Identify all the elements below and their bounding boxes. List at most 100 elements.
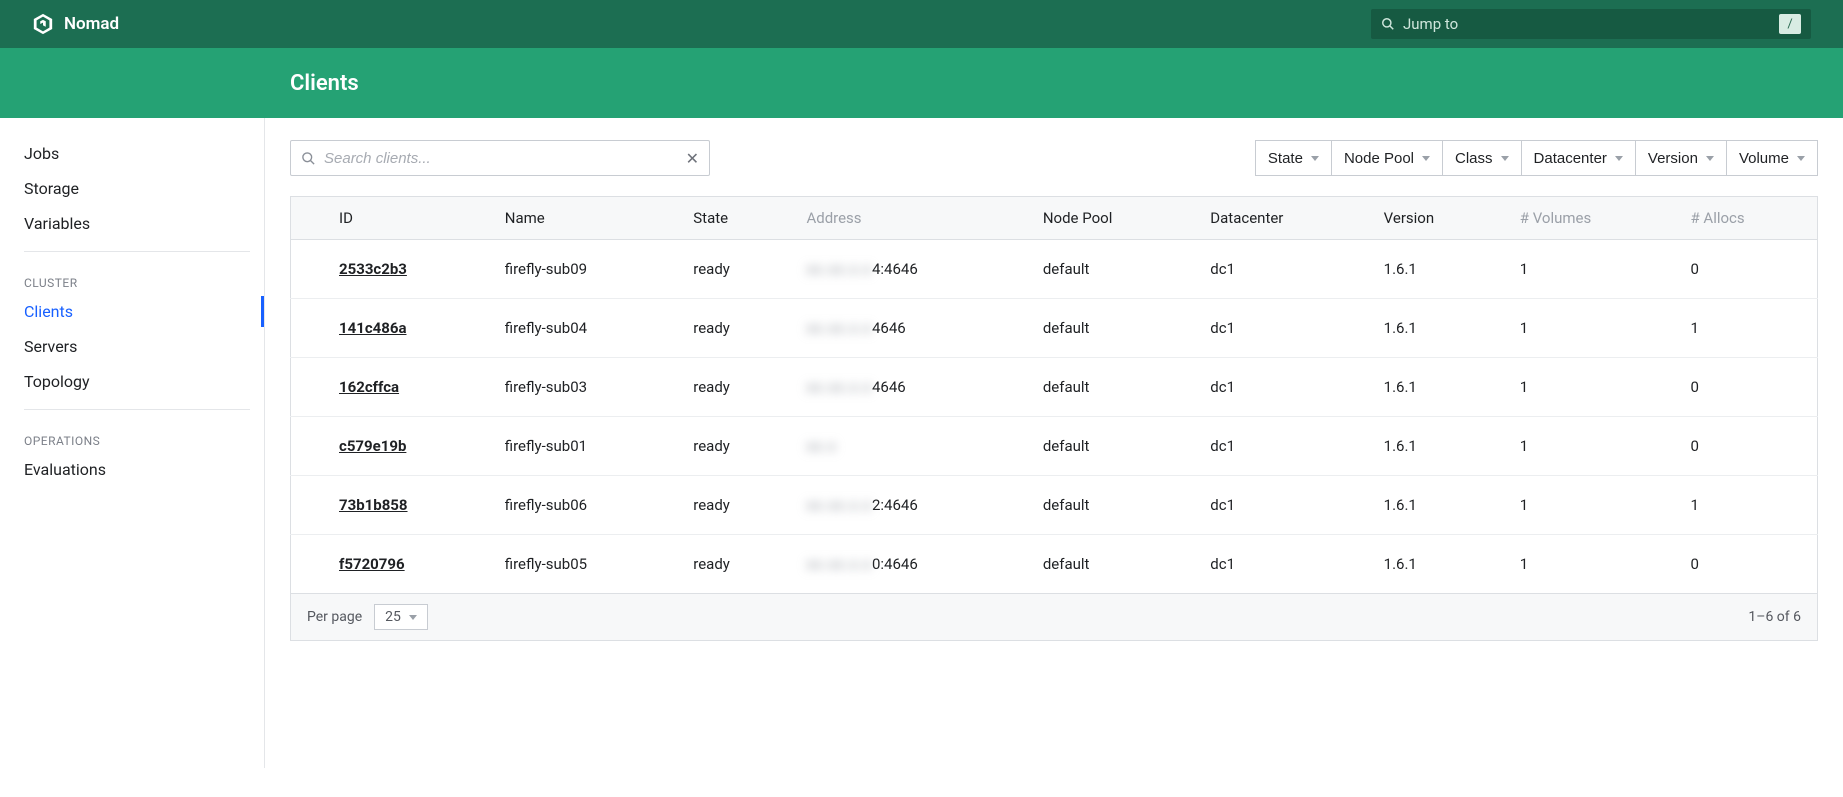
client-node-pool: default <box>1027 417 1194 476</box>
col-id[interactable]: ID <box>323 197 489 240</box>
table-row[interactable]: 162cffcafirefly-sub03readyxx.xx.x.x4646d… <box>291 358 1818 417</box>
client-volumes: 1 <box>1504 417 1675 476</box>
sidebar-item-topology[interactable]: Topology <box>10 364 264 399</box>
chevron-down-icon <box>1615 156 1623 161</box>
client-datacenter: dc1 <box>1194 358 1367 417</box>
filter-label: Node Pool <box>1344 150 1414 167</box>
client-state: ready <box>677 476 790 535</box>
filter-label: State <box>1268 150 1303 167</box>
filter-volume[interactable]: Volume <box>1726 140 1818 176</box>
client-name: firefly-sub05 <box>489 535 677 594</box>
client-node-pool: default <box>1027 240 1194 299</box>
brand[interactable]: Nomad <box>32 13 119 35</box>
chevron-down-icon <box>1706 156 1714 161</box>
client-address: xx.xx.x.x4:4646 <box>790 240 1026 299</box>
client-datacenter: dc1 <box>1194 476 1367 535</box>
client-allocs: 1 <box>1674 476 1817 535</box>
client-id-link[interactable]: 2533c2b3 <box>339 260 407 278</box>
sidebar-section-operations: OPERATIONS <box>10 420 264 452</box>
sidebar-divider <box>24 409 250 410</box>
filter-node-pool[interactable]: Node Pool <box>1331 140 1443 176</box>
client-allocs: 0 <box>1674 417 1817 476</box>
search-input[interactable] <box>324 150 686 167</box>
client-state: ready <box>677 417 790 476</box>
chevron-down-icon <box>1797 156 1805 161</box>
client-version: 1.6.1 <box>1368 476 1504 535</box>
client-id-link[interactable]: 73b1b858 <box>339 496 408 514</box>
col-allocs: # Allocs <box>1674 197 1817 240</box>
client-address: xx.xx.x.x4646 <box>790 358 1026 417</box>
client-volumes: 1 <box>1504 476 1675 535</box>
col-datacenter[interactable]: Datacenter <box>1194 197 1367 240</box>
client-address: xx.xx.x.x4646 <box>790 299 1026 358</box>
table-row[interactable]: 73b1b858firefly-sub06readyxx.xx.x.x2:464… <box>291 476 1818 535</box>
sidebar-item-servers[interactable]: Servers <box>10 329 264 364</box>
client-version: 1.6.1 <box>1368 358 1504 417</box>
col-volumes: # Volumes <box>1504 197 1675 240</box>
filter-state[interactable]: State <box>1255 140 1332 176</box>
col-node-pool[interactable]: Node Pool <box>1027 197 1194 240</box>
clear-search-icon[interactable]: ✕ <box>686 149 699 168</box>
client-volumes: 1 <box>1504 535 1675 594</box>
search-icon <box>1381 17 1395 31</box>
col-version[interactable]: Version <box>1368 197 1504 240</box>
client-id-link[interactable]: f5720796 <box>339 555 405 573</box>
pagination-range: 1–6 of 6 <box>1748 609 1801 625</box>
sidebar: Jobs Storage Variables CLUSTER Clients S… <box>0 118 265 768</box>
search-icon <box>301 151 316 166</box>
nomad-logo-icon <box>32 13 54 35</box>
client-datacenter: dc1 <box>1194 299 1367 358</box>
search-box[interactable]: ✕ <box>290 140 710 176</box>
client-allocs: 0 <box>1674 535 1817 594</box>
chevron-down-icon <box>409 615 417 620</box>
toolbar: ✕ State Node Pool Class Datacenter Versi… <box>290 140 1818 176</box>
client-address: xx.x <box>790 417 1026 476</box>
filter-label: Class <box>1455 150 1493 167</box>
filter-label: Volume <box>1739 150 1789 167</box>
sidebar-item-evaluations[interactable]: Evaluations <box>10 452 264 487</box>
sidebar-divider <box>24 251 250 252</box>
jumpto-search[interactable]: Jump to / <box>1371 9 1811 39</box>
per-page-value: 25 <box>385 609 401 625</box>
client-state: ready <box>677 535 790 594</box>
client-allocs: 0 <box>1674 240 1817 299</box>
client-node-pool: default <box>1027 358 1194 417</box>
client-id-link[interactable]: 162cffca <box>339 378 399 396</box>
client-state: ready <box>677 240 790 299</box>
filter-datacenter[interactable]: Datacenter <box>1521 140 1636 176</box>
jumpto-shortcut-key: / <box>1779 14 1801 34</box>
topbar: Nomad Jump to / <box>0 0 1843 48</box>
client-id-link[interactable]: c579e19b <box>339 437 406 455</box>
client-volumes: 1 <box>1504 299 1675 358</box>
client-datacenter: dc1 <box>1194 535 1367 594</box>
client-version: 1.6.1 <box>1368 299 1504 358</box>
table-row[interactable]: 2533c2b3firefly-sub09readyxx.xx.x.x4:464… <box>291 240 1818 299</box>
client-version: 1.6.1 <box>1368 535 1504 594</box>
page-title: Clients <box>290 71 359 96</box>
col-state[interactable]: State <box>677 197 790 240</box>
col-address: Address <box>790 197 1026 240</box>
per-page-select[interactable]: 25 <box>374 604 428 630</box>
filter-label: Datacenter <box>1534 150 1607 167</box>
chevron-down-icon <box>1422 156 1430 161</box>
sidebar-item-storage[interactable]: Storage <box>10 171 264 206</box>
filter-class[interactable]: Class <box>1442 140 1522 176</box>
sidebar-item-clients[interactable]: Clients <box>10 294 264 329</box>
table-header-row: ID Name State Address Node Pool Datacent… <box>291 197 1818 240</box>
client-datacenter: dc1 <box>1194 240 1367 299</box>
table-row[interactable]: c579e19bfirefly-sub01readyxx.xdefaultdc1… <box>291 417 1818 476</box>
client-allocs: 0 <box>1674 358 1817 417</box>
client-node-pool: default <box>1027 476 1194 535</box>
sidebar-item-variables[interactable]: Variables <box>10 206 264 241</box>
chevron-down-icon <box>1501 156 1509 161</box>
col-name[interactable]: Name <box>489 197 677 240</box>
sidebar-item-jobs[interactable]: Jobs <box>10 136 264 171</box>
table-row[interactable]: 141c486afirefly-sub04readyxx.xx.x.x4646d… <box>291 299 1818 358</box>
table-footer: Per page 25 1–6 of 6 <box>290 594 1818 641</box>
filter-version[interactable]: Version <box>1635 140 1727 176</box>
table-row[interactable]: f5720796firefly-sub05readyxx.xx.x.x0:464… <box>291 535 1818 594</box>
client-name: firefly-sub03 <box>489 358 677 417</box>
client-id-link[interactable]: 141c486a <box>339 319 406 337</box>
jumpto-placeholder: Jump to <box>1403 15 1458 33</box>
clients-table: ID Name State Address Node Pool Datacent… <box>290 196 1818 594</box>
